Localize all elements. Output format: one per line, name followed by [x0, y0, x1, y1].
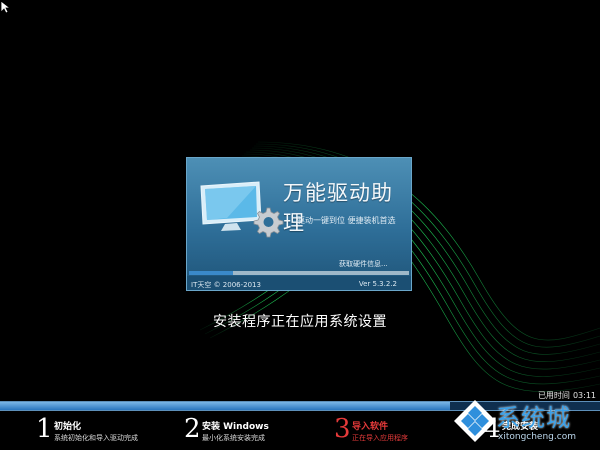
step-number: 3: [334, 414, 351, 444]
splash-progress-fill: [189, 271, 233, 275]
step-number: 1: [36, 414, 53, 444]
watermark-text: 系统城: [496, 404, 571, 432]
splash-version: Ver 5.3.2.2: [358, 280, 397, 288]
diamond-logo-icon: [454, 400, 496, 442]
driver-assistant-splash: 万能驱动助理 驱动一键到位 便捷装机首选 获取硬件信息... IT天空 © 20…: [186, 157, 412, 291]
splash-status-text: 获取硬件信息...: [339, 260, 388, 268]
gear-icon: [253, 207, 284, 238]
step-title: 导入软件: [352, 422, 389, 432]
site-watermark: 系统城 xitongcheng.com: [452, 392, 600, 450]
watermark-url: xitongcheng.com: [498, 432, 576, 442]
step-description: 正在导入应用程序: [352, 434, 408, 442]
splash-subtitle: 驱动一键到位 便捷装机首选: [297, 216, 396, 225]
setup-status-message: 安装程序正在应用系统设置: [213, 314, 387, 330]
setup-progress-fill: [0, 402, 450, 410]
splash-footer: IT天空 © 2006-2013 Ver 5.3.2.2: [187, 276, 411, 290]
step-description: 系统初始化和导入驱动完成: [54, 434, 138, 442]
step-description: 最小化系统安装完成: [202, 434, 265, 442]
splash-progress-bar: [189, 271, 409, 275]
step-title: 初始化: [54, 422, 82, 432]
splash-title: 万能驱动助理: [283, 181, 393, 235]
step-number: 2: [184, 414, 201, 444]
splash-copyright: IT天空 © 2006-2013: [191, 281, 261, 289]
step-title: 安装 Windows: [202, 422, 269, 432]
